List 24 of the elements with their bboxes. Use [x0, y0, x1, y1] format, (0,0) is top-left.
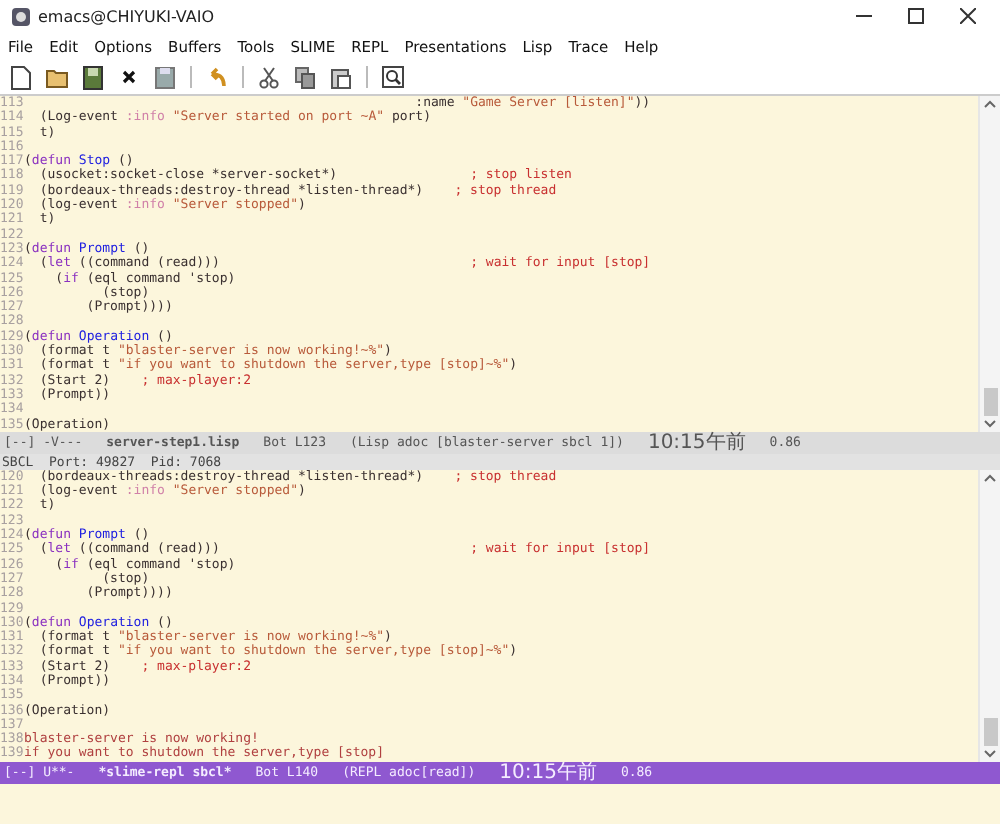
search-icon[interactable] [382, 65, 404, 89]
scrollbar[interactable] [978, 469, 1000, 762]
maximize-icon[interactable] [908, 8, 924, 24]
new-file-icon[interactable] [10, 65, 32, 89]
folder-icon[interactable] [46, 65, 68, 89]
minibuffer[interactable] [0, 783, 1000, 824]
paste-icon[interactable] [330, 65, 352, 89]
scroll-down-icon[interactable] [984, 749, 996, 758]
window-title: emacs@CHIYUKI-VAIO [38, 7, 214, 25]
scrollbar[interactable] [978, 96, 1000, 432]
close-icon[interactable] [118, 65, 140, 89]
clock-time: 10:15午前 [647, 430, 746, 457]
scroll-up-icon[interactable] [984, 473, 996, 482]
scroll-down-icon[interactable] [984, 419, 996, 428]
scrollbar-thumb[interactable] [983, 387, 997, 416]
save-icon[interactable] [154, 65, 176, 89]
scroll-up-icon[interactable] [984, 100, 996, 108]
scrollbar-thumb[interactable] [983, 717, 997, 746]
copy-icon[interactable] [294, 65, 316, 89]
clock-time: 10:15午前 [499, 760, 597, 787]
undo-arrow-icon[interactable] [206, 65, 228, 89]
cut-icon[interactable] [258, 65, 280, 89]
close-icon[interactable] [960, 8, 976, 24]
emacs-logo-icon [12, 7, 30, 25]
